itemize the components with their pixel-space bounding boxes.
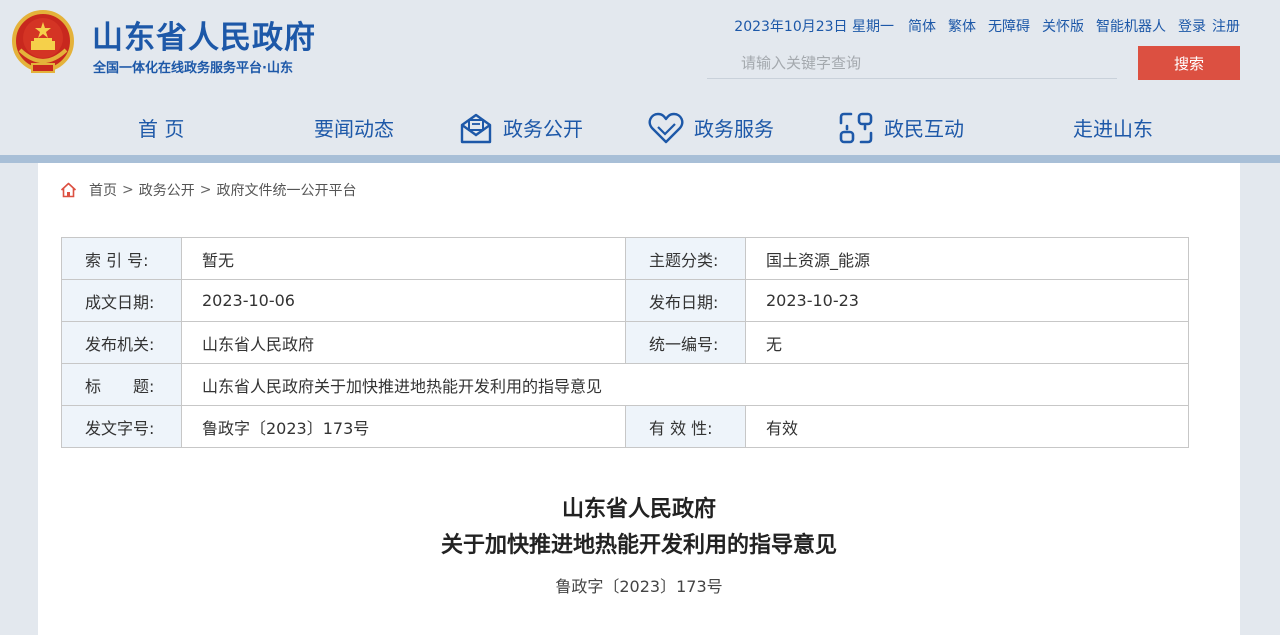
nav-label: 走进山东 [1073,117,1153,141]
envelope-icon [460,113,492,143]
heart-icon [648,112,684,143]
nav-item-gov-service[interactable]: 政务服务 [648,100,774,155]
nav-label: 政民互动 [884,117,964,141]
register-link[interactable]: 注册 [1212,16,1240,36]
unified-number-value: 无 [745,321,1189,364]
table-row: 标 题: 山东省人民政府关于加快推进地热能开发利用的指导意见 [61,363,1189,406]
breadcrumb-separator: > [199,182,212,198]
title-value: 山东省人民政府关于加快推进地热能开发利用的指导意见 [181,363,1189,406]
interaction-icon [839,112,873,143]
current-date: 2023年10月23日 星期一 [734,19,894,35]
document-title-line2: 关于加快推进地热能开发利用的指导意见 [440,533,837,558]
breadcrumb-file-platform[interactable]: 政府文件统一公开平台 [216,180,356,200]
nav-item-interaction[interactable]: 政民互动 [838,100,964,155]
table-row: 成文日期: 2023-10-06 发布日期: 2023-10-23 [61,279,1189,322]
document-title-line1: 山东省人民政府 [561,497,716,522]
table-row: 发布机关: 山东省人民政府 统一编号: 无 [61,321,1189,364]
doc-number-label: 发文字号: [61,405,182,448]
index-value: 暂无 [181,237,626,280]
link-accessibility[interactable]: 无障碍 [988,16,1030,36]
top-links: 2023年10月23日 星期一 简体 繁体 无障碍 关怀版 智能机器人 登录 注… [734,16,1240,36]
nav-label: 政务公开 [503,117,583,141]
nav-divider-bar [0,155,1280,163]
breadcrumb-home[interactable]: 首页 [89,180,117,200]
main-nav: 首 页 要闻动态 政务公开 政务服务 政民互动 走进山东 [0,100,1280,155]
nav-item-news[interactable]: 要闻动态 [314,100,394,155]
title-label: 标 题: [61,363,182,406]
search-input[interactable] [707,47,1117,79]
nav-item-gov-open[interactable]: 政务公开 [459,100,583,155]
topic-label: 主题分类: [625,237,746,280]
doc-number-value: 鲁政字〔2023〕173号 [181,405,626,448]
site-header: 山东省人民政府 全国一体化在线政务服务平台·山东 2023年10月23日 星期一… [0,0,1280,155]
unified-number-label: 统一编号: [625,321,746,364]
written-date-value: 2023-10-06 [181,279,626,322]
nav-label: 要闻动态 [314,117,394,141]
index-label: 索 引 号: [61,237,182,280]
publish-date-value: 2023-10-23 [745,279,1189,322]
link-care-version[interactable]: 关怀版 [1042,16,1084,36]
issuer-value: 山东省人民政府 [181,321,626,364]
issuer-label: 发布机关: [61,321,182,364]
login-link[interactable]: 登录 [1178,16,1206,36]
document-title: 山东省人民政府 关于加快推进地热能开发利用的指导意见 [38,492,1240,564]
breadcrumb: 首页 > 政务公开 > 政府文件统一公开平台 [60,180,356,200]
link-simplified[interactable]: 简体 [908,16,936,36]
table-row: 索 引 号: 暂无 主题分类: 国土资源_能源 [61,237,1189,280]
site-subtitle: 全国一体化在线政务服务平台·山东 [93,61,293,76]
nav-item-home[interactable]: 首 页 [138,100,184,155]
home-icon[interactable] [60,182,77,198]
written-date-label: 成文日期: [61,279,182,322]
topic-value: 国土资源_能源 [745,237,1189,280]
link-smart-robot[interactable]: 智能机器人 [1096,16,1166,36]
breadcrumb-separator: > [122,182,134,198]
validity-label: 有 效 性: [625,405,746,448]
publish-date-label: 发布日期: [625,279,746,322]
link-traditional[interactable]: 繁体 [948,16,976,36]
search-button[interactable]: 搜索 [1138,46,1240,80]
national-emblem-icon[interactable] [12,10,74,76]
nav-label: 政务服务 [694,117,774,141]
table-row: 发文字号: 鲁政字〔2023〕173号 有 效 性: 有效 [61,405,1189,448]
nav-item-about-shandong[interactable]: 走进山东 [1073,100,1153,155]
validity-value: 有效 [745,405,1189,448]
nav-label: 首 页 [138,117,185,141]
site-title[interactable]: 山东省人民政府 [92,12,316,57]
breadcrumb-gov-open[interactable]: 政务公开 [139,180,195,200]
main-content: 首页 > 政务公开 > 政府文件统一公开平台 索 引 号: 暂无 主题分类: 国… [38,163,1240,635]
document-number: 鲁政字〔2023〕173号 [555,577,723,596]
document-meta-table: 索 引 号: 暂无 主题分类: 国土资源_能源 成文日期: 2023-10-06… [61,237,1189,448]
